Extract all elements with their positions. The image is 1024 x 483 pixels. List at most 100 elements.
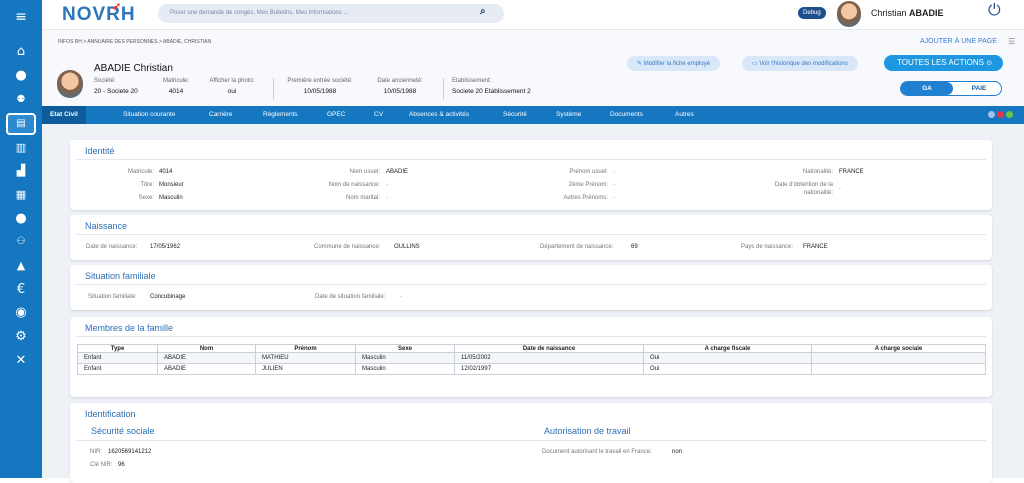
avatar[interactable] bbox=[837, 1, 861, 27]
cell: ABADIE bbox=[157, 363, 256, 375]
column-header[interactable]: Sexe bbox=[355, 344, 455, 353]
column-header[interactable]: Date de naissance bbox=[454, 344, 644, 353]
value: Monsieur bbox=[159, 182, 184, 188]
label: Nom de naissance: bbox=[328, 182, 380, 188]
value: 4014 bbox=[159, 169, 173, 175]
label: Nom marital: bbox=[345, 195, 380, 201]
label: 2ème Prénom: bbox=[568, 182, 608, 188]
settings-icon[interactable]: ⚙ bbox=[11, 327, 31, 347]
building-icon[interactable]: ▥ bbox=[11, 138, 31, 158]
hamburger-icon[interactable]: ☰ bbox=[1008, 37, 1015, 46]
column-header[interactable]: Nom bbox=[157, 344, 256, 353]
id-card-icon[interactable]: ▤ bbox=[6, 113, 36, 135]
calendar-icon[interactable]: ▦ bbox=[11, 185, 31, 205]
value: 1620569141212 bbox=[108, 449, 152, 455]
label: Prénom usuel: bbox=[569, 169, 608, 175]
employee-name: ABADIE Christian bbox=[94, 63, 173, 74]
logo-swoosh-icon: ➶ bbox=[112, 1, 123, 13]
menu-icon[interactable]: ≡ bbox=[11, 7, 31, 27]
cell bbox=[811, 363, 986, 375]
column-header[interactable]: Prénom bbox=[255, 344, 356, 353]
tab-securite[interactable]: Sécurité bbox=[503, 106, 527, 124]
divider bbox=[76, 234, 986, 235]
toggle-paie[interactable]: PAIE bbox=[957, 82, 1001, 95]
button-label: Modifier la fiche employé bbox=[643, 61, 711, 67]
column-header[interactable]: Type bbox=[77, 344, 158, 353]
cell: 12/02/1997 bbox=[454, 363, 644, 375]
table-row[interactable]: Enfant ABADIE MATHIEU Masculin 11/05/200… bbox=[77, 352, 986, 364]
divider bbox=[76, 284, 986, 285]
lightbulb-icon[interactable]: ● bbox=[11, 209, 31, 229]
chevron-down-icon: ⊙ bbox=[986, 60, 993, 67]
ga-paie-toggle[interactable]: GA PAIE bbox=[900, 81, 1002, 96]
add-dot-icon[interactable] bbox=[1006, 111, 1013, 118]
tab-gpec[interactable]: GPEC bbox=[327, 106, 345, 124]
team-icon[interactable]: ⚇ bbox=[11, 232, 31, 252]
value: FRANCE bbox=[839, 169, 864, 175]
tab-autres[interactable]: Autres bbox=[675, 106, 694, 124]
logo-text: NOVRH bbox=[62, 4, 136, 25]
value: - bbox=[613, 195, 615, 201]
employee-header: INFOS RH > ANNUAIRE DES PERSONNES > ABAD… bbox=[42, 30, 1024, 106]
chart-icon[interactable]: ▟ bbox=[11, 161, 31, 181]
label: Matricule: bbox=[127, 169, 154, 175]
toggle-ga[interactable]: GA bbox=[901, 82, 953, 95]
field-value: Societe 20 Etablissement 2 bbox=[452, 88, 531, 95]
column-header[interactable]: A charge sociale bbox=[811, 344, 986, 353]
search-input[interactable]: Poser une demande de congés, Mes Bulleti… bbox=[158, 4, 504, 23]
column-header[interactable]: A charge fiscale bbox=[643, 344, 812, 353]
section-title: Situation familiale bbox=[85, 271, 156, 281]
users-icon[interactable]: ⚉ bbox=[11, 90, 31, 110]
divider bbox=[76, 159, 986, 160]
settings-dot-icon[interactable] bbox=[988, 111, 995, 118]
divider bbox=[76, 440, 986, 441]
button-label: Voir l'historique des modifications bbox=[759, 61, 848, 67]
app-logo[interactable]: NOVRH ➶ bbox=[62, 1, 136, 26]
add-to-page-link[interactable]: AJOUTER À UNE PAGE bbox=[920, 38, 997, 45]
tab-absences[interactable]: Absences & activités bbox=[409, 106, 469, 124]
user-icon[interactable]: ● bbox=[11, 66, 31, 86]
tab-cv[interactable]: CV bbox=[374, 106, 383, 124]
sidebar: ≡ ⌂ ● ⚉ ▤ ▥ ▟ ▦ ● ⚇ ▲ € ◉ ⚙ ✕ bbox=[0, 0, 42, 478]
search-icon[interactable]: ⌕ bbox=[480, 6, 486, 17]
identite-card: Identité Matricule: 4014 Titre: Monsieur… bbox=[70, 140, 992, 210]
field-matricule: Matricule: 4014 bbox=[158, 78, 194, 95]
folder-icon: ▭ bbox=[752, 61, 758, 67]
value: - bbox=[400, 294, 402, 300]
field-label: Date ancienneté: bbox=[377, 78, 423, 84]
stamp-icon[interactable]: ▲ bbox=[11, 256, 31, 276]
value: - bbox=[386, 182, 388, 188]
debug-badge[interactable]: Debug bbox=[798, 7, 826, 19]
value: 69 bbox=[631, 244, 638, 250]
power-icon[interactable]: ⏻ bbox=[988, 2, 1001, 20]
securite-sociale-title: Sécurité sociale bbox=[91, 426, 155, 436]
label: Clé NIR: bbox=[90, 462, 113, 468]
tools-icon[interactable]: ✕ bbox=[11, 351, 31, 371]
table-row[interactable]: Enfant ABADIE JULIEN Masculin 12/02/1997… bbox=[77, 363, 986, 375]
autorisation-travail-title: Autorisation de travail bbox=[544, 426, 631, 436]
user-name[interactable]: Christian ABADIE bbox=[871, 8, 944, 18]
field-label: Matricule: bbox=[162, 78, 189, 84]
tab-etat-civil[interactable]: Etat Civil bbox=[42, 106, 86, 124]
label: Autres Prénoms: bbox=[563, 195, 608, 201]
cell: ABADIE bbox=[157, 352, 256, 364]
euro-icon[interactable]: € bbox=[11, 280, 31, 300]
tab-carriere[interactable]: Carrière bbox=[209, 106, 232, 124]
tab-situation-courante[interactable]: Situation courante bbox=[123, 106, 175, 124]
history-button[interactable]: ▭ Voir l'historique des modifications bbox=[742, 56, 858, 71]
modify-employee-button[interactable]: ✎ Modifier la fiche employé bbox=[627, 56, 721, 71]
all-actions-button[interactable]: TOUTES LES ACTIONS ⊙ bbox=[884, 55, 1003, 71]
tab-reglements[interactable]: Règlements bbox=[263, 106, 298, 124]
field-etablissement: Etablissement: Societe 20 Etablissement 2 bbox=[452, 78, 531, 95]
tab-systeme[interactable]: Système bbox=[556, 106, 581, 124]
value: - bbox=[386, 195, 388, 201]
breadcrumb[interactable]: INFOS RH > ANNUAIRE DES PERSONNES > ABAD… bbox=[58, 39, 211, 45]
shield-icon[interactable]: ◉ bbox=[11, 303, 31, 323]
value: FRANCE bbox=[803, 244, 828, 250]
tab-documents[interactable]: Documents bbox=[610, 106, 643, 124]
top-bar: NOVRH ➶ Poser une demande de congés, Mes … bbox=[42, 0, 1024, 30]
close-dot-icon[interactable] bbox=[997, 111, 1004, 118]
cell: Enfant bbox=[77, 352, 158, 364]
home-icon[interactable]: ⌂ bbox=[11, 42, 31, 62]
value: ABADIE bbox=[386, 169, 409, 175]
